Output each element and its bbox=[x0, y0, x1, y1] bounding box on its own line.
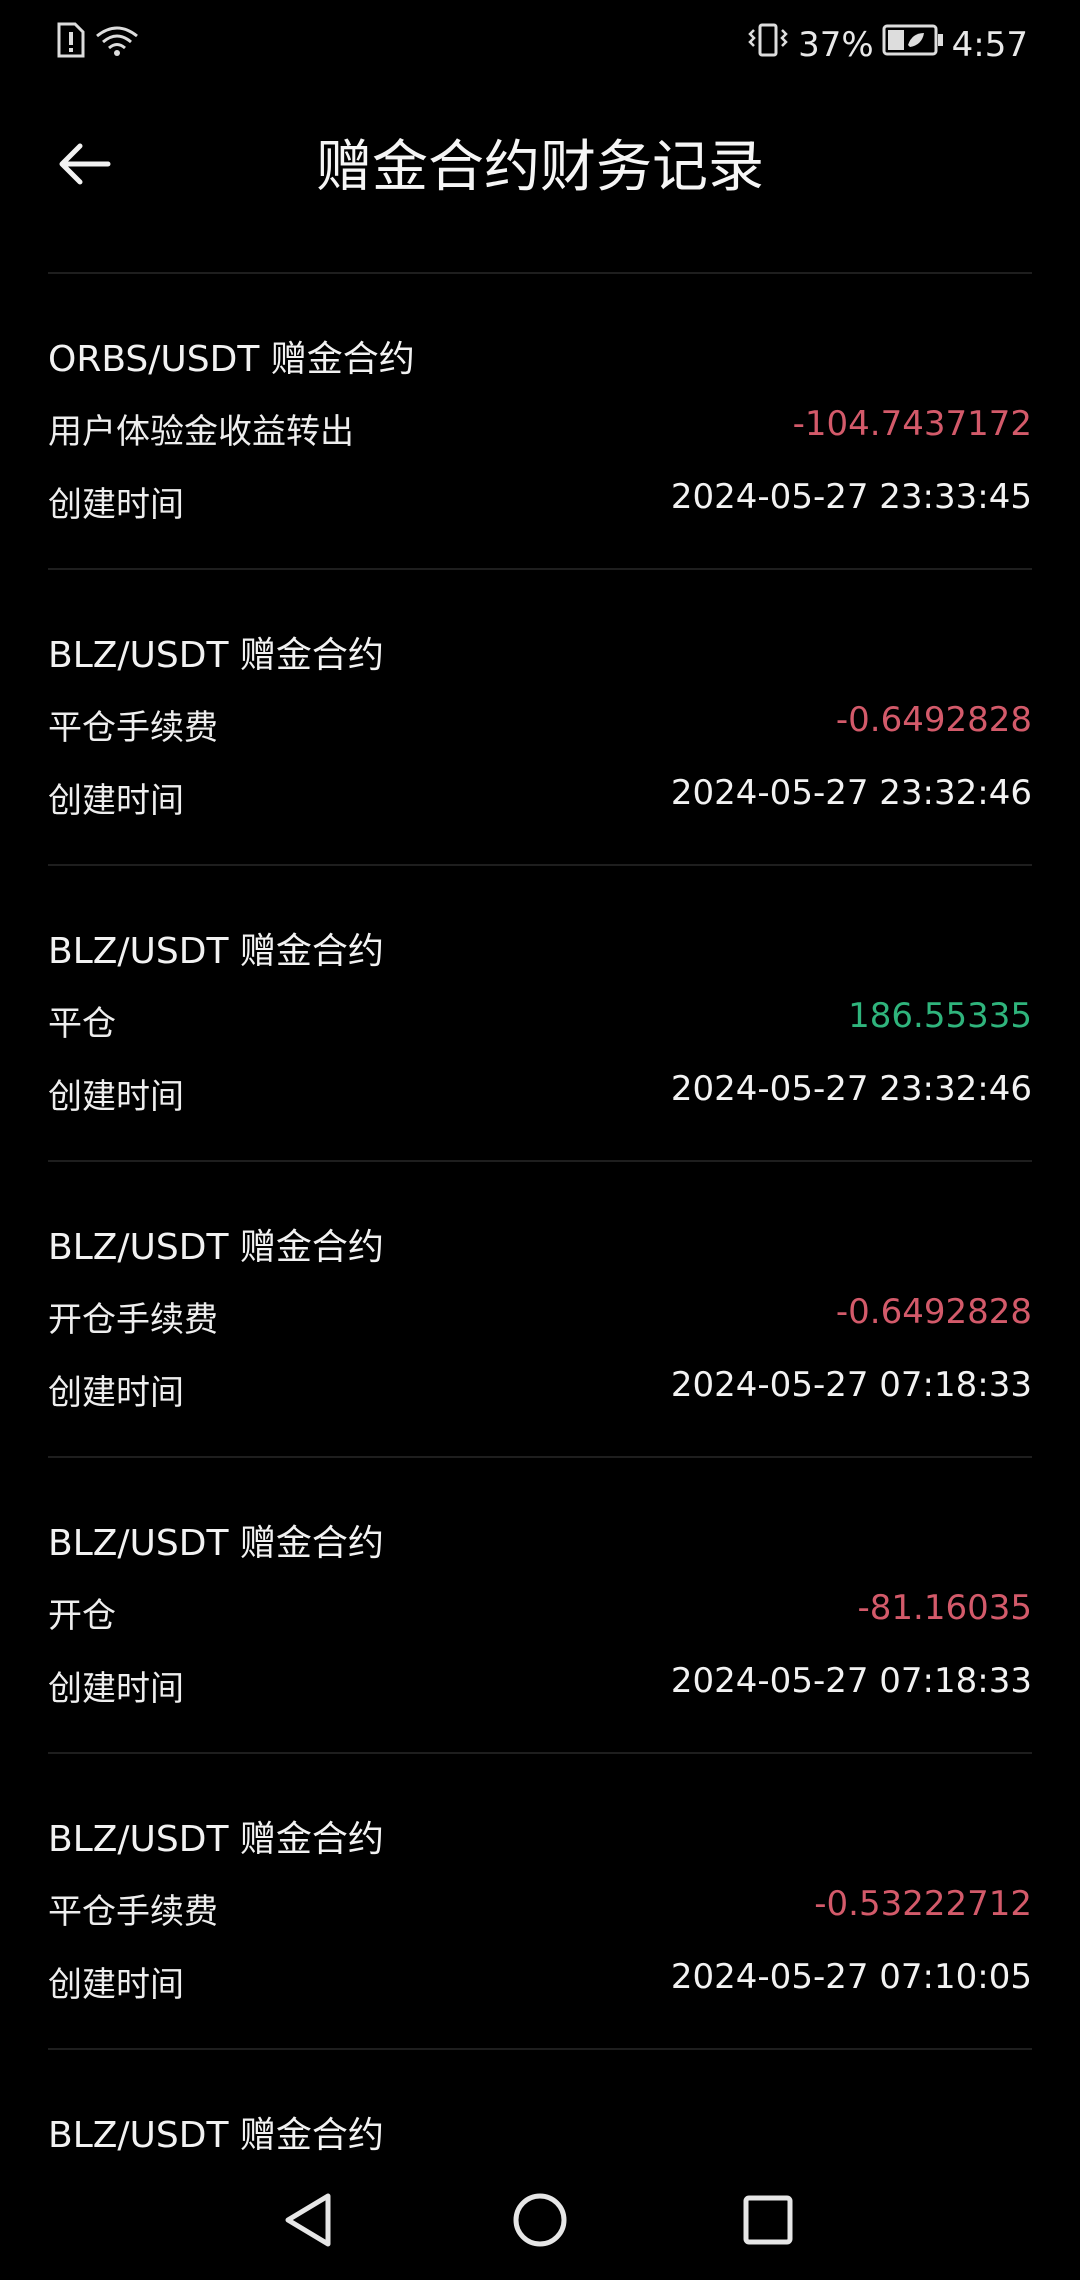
record-type: 平仓 bbox=[48, 1004, 116, 1044]
nav-recents-button[interactable] bbox=[728, 2180, 808, 2260]
record-time-row: 创建时间 2024-05-27 07:10:05 bbox=[48, 1957, 1032, 2006]
records-list[interactable]: ORBS/USDT 赠金合约 用户体验金收益转出 -104.7437172 创建… bbox=[48, 272, 1032, 2156]
battery-percent: 37% bbox=[798, 24, 874, 65]
record-type: 平仓手续费 bbox=[48, 708, 218, 748]
vibrate-icon bbox=[746, 22, 790, 67]
record-title: BLZ/USDT 赠金合约 bbox=[48, 1819, 384, 1860]
record-title: ORBS/USDT 赠金合约 bbox=[48, 339, 415, 380]
record-amount: -0.6492828 bbox=[835, 700, 1032, 740]
status-bar: 37% 4:57 bbox=[0, 0, 1080, 92]
record-amount-row: 平仓手续费 -0.53222712 bbox=[48, 1884, 1032, 1933]
sim-alert-icon bbox=[55, 22, 85, 62]
record-amount-row: 开仓手续费 -0.6492828 bbox=[48, 1292, 1032, 1341]
record-item[interactable]: ORBS/USDT 赠金合约 用户体验金收益转出 -104.7437172 创建… bbox=[48, 272, 1032, 568]
clock: 4:57 bbox=[951, 24, 1028, 65]
record-item-partial[interactable]: BLZ/USDT 赠金合约 bbox=[48, 2048, 1032, 2156]
record-amount-row: 开仓 -81.16035 bbox=[48, 1588, 1032, 1637]
record-time-row: 创建时间 2024-05-27 23:32:46 bbox=[48, 773, 1032, 822]
record-item[interactable]: BLZ/USDT 赠金合约 开仓手续费 -0.6492828 创建时间 2024… bbox=[48, 1160, 1032, 1456]
record-time: 2024-05-27 23:32:46 bbox=[670, 773, 1032, 813]
time-label: 创建时间 bbox=[48, 781, 184, 821]
record-item[interactable]: BLZ/USDT 赠金合约 开仓 -81.16035 创建时间 2024-05-… bbox=[48, 1456, 1032, 1752]
status-left bbox=[55, 22, 141, 62]
nav-back-button[interactable] bbox=[268, 2180, 348, 2260]
record-item[interactable]: BLZ/USDT 赠金合约 平仓 186.55335 创建时间 2024-05-… bbox=[48, 864, 1032, 1160]
app-header: 赠金合约财务记录 bbox=[0, 92, 1080, 227]
record-type: 开仓 bbox=[48, 1596, 116, 1636]
record-time: 2024-05-27 23:33:45 bbox=[670, 477, 1032, 517]
system-nav-bar bbox=[0, 2160, 1080, 2280]
time-label: 创建时间 bbox=[48, 1669, 184, 1709]
record-time-row: 创建时间 2024-05-27 07:18:33 bbox=[48, 1661, 1032, 1710]
status-right: 37% 4:57 bbox=[746, 22, 1028, 67]
record-time-row: 创建时间 2024-05-27 07:18:33 bbox=[48, 1365, 1032, 1414]
record-time-row: 创建时间 2024-05-27 23:33:45 bbox=[48, 477, 1032, 526]
nav-home-button[interactable] bbox=[500, 2180, 580, 2260]
record-title: BLZ/USDT 赠金合约 bbox=[48, 2115, 384, 2156]
triangle-back-icon bbox=[285, 2193, 331, 2247]
record-amount: -0.6492828 bbox=[835, 1292, 1032, 1332]
record-time: 2024-05-27 07:18:33 bbox=[670, 1661, 1032, 1701]
record-title: BLZ/USDT 赠金合约 bbox=[48, 1227, 384, 1268]
battery-saver-icon bbox=[882, 23, 944, 66]
record-title: BLZ/USDT 赠金合约 bbox=[48, 635, 384, 676]
record-amount: -0.53222712 bbox=[814, 1884, 1032, 1924]
time-label: 创建时间 bbox=[48, 485, 184, 525]
record-title: BLZ/USDT 赠金合约 bbox=[48, 931, 384, 972]
record-title: BLZ/USDT 赠金合约 bbox=[48, 1523, 384, 1564]
record-time-row: 创建时间 2024-05-27 23:32:46 bbox=[48, 1069, 1032, 1118]
record-amount: 186.55335 bbox=[848, 996, 1032, 1036]
time-label: 创建时间 bbox=[48, 1077, 184, 1117]
record-amount: -104.7437172 bbox=[792, 404, 1032, 444]
page-title: 赠金合约财务记录 bbox=[316, 135, 764, 200]
time-label: 创建时间 bbox=[48, 1373, 184, 1413]
record-amount-row: 用户体验金收益转出 -104.7437172 bbox=[48, 404, 1032, 453]
record-item[interactable]: BLZ/USDT 赠金合约 平仓手续费 -0.53222712 创建时间 202… bbox=[48, 1752, 1032, 2048]
square-recents-icon bbox=[743, 2195, 793, 2245]
record-amount-row: 平仓手续费 -0.6492828 bbox=[48, 700, 1032, 749]
time-label: 创建时间 bbox=[48, 1965, 184, 2005]
record-time: 2024-05-27 07:10:05 bbox=[670, 1957, 1032, 1997]
record-time: 2024-05-27 23:32:46 bbox=[670, 1069, 1032, 1109]
circle-home-icon bbox=[513, 2193, 567, 2247]
record-type: 开仓手续费 bbox=[48, 1300, 218, 1340]
record-time: 2024-05-27 07:18:33 bbox=[670, 1365, 1032, 1405]
record-type: 平仓手续费 bbox=[48, 1892, 218, 1932]
record-item[interactable]: BLZ/USDT 赠金合约 平仓手续费 -0.6492828 创建时间 2024… bbox=[48, 568, 1032, 864]
record-type: 用户体验金收益转出 bbox=[48, 412, 354, 452]
record-amount: -81.16035 bbox=[857, 1588, 1033, 1628]
wifi-icon bbox=[93, 22, 141, 62]
record-amount-row: 平仓 186.55335 bbox=[48, 996, 1032, 1045]
